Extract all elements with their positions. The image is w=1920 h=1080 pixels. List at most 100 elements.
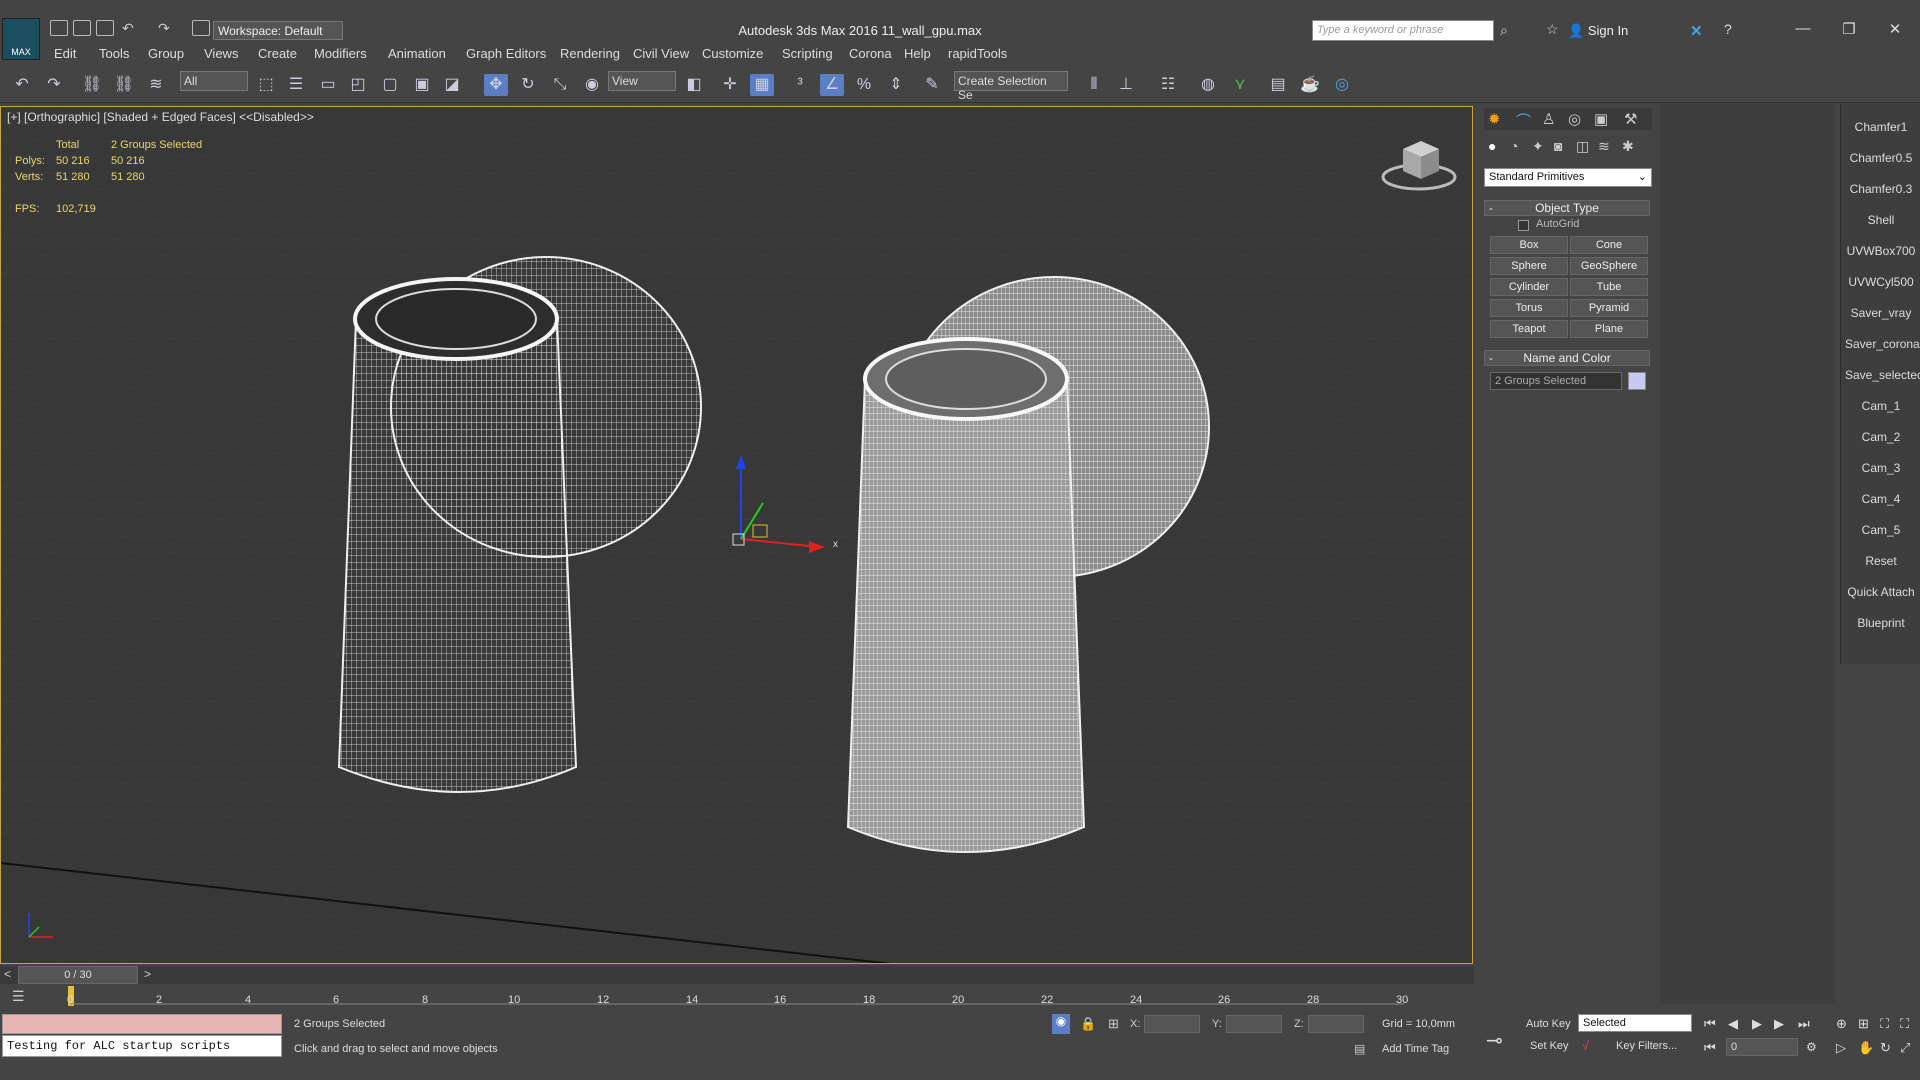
orbit-icon[interactable]: ↻ [1880,1040,1891,1056]
script-button-blueprint[interactable]: Blueprint [1845,610,1917,636]
script-button-chamfer0-5[interactable]: Chamfer0.5 [1845,145,1917,171]
save-file-icon[interactable] [96,20,114,36]
maxscript-output[interactable]: Testing for ALC startup scripts [2,1035,282,1057]
set-key-icon[interactable]: ⊸ [1486,1028,1503,1053]
snaps-toggle-icon[interactable]: ³ [788,74,812,96]
menu-views[interactable]: Views [204,46,238,61]
isolate-selection-icon[interactable]: ◉ [1052,1014,1070,1034]
systems-icon[interactable]: ✱ [1622,138,1634,155]
reference-coordinate-dropdown[interactable]: View [608,71,676,91]
help-icon[interactable]: ? [1724,21,1732,37]
script-button-saver-vray[interactable]: Saver_vray [1845,300,1917,326]
bind-spacewarp-icon[interactable]: ≋ [144,74,168,96]
menu-edit[interactable]: Edit [54,46,76,61]
motion-tab-icon[interactable]: ◎ [1568,110,1581,128]
go-to-start-icon[interactable]: ⏮ [1704,1016,1716,1032]
edit-named-selection-icon[interactable]: ✎ [920,74,944,96]
object-type-rollout-header[interactable]: - Object Type [1484,200,1650,216]
select-and-manipulate-icon[interactable]: ◪ [440,74,464,96]
script-button-quick-attach[interactable]: Quick Attach [1845,579,1917,605]
window-crossing-icon[interactable]: ◰ [346,74,370,96]
zoom-all-icon[interactable]: ⊞ [1858,1016,1869,1032]
select-object-icon[interactable]: ⬚ [254,74,278,96]
object-color-swatch[interactable] [1628,372,1646,390]
geometry-icon[interactable]: ● [1488,138,1496,154]
menu-help[interactable]: Help [904,46,931,61]
menu-modifiers[interactable]: Modifiers [314,46,367,61]
script-button-chamfer1[interactable]: Chamfer1 [1845,114,1917,140]
time-slider-thumb[interactable]: 0 / 30 [18,966,138,984]
redo-icon[interactable]: ↷ [42,74,66,96]
name-color-rollout-header[interactable]: - Name and Color [1484,350,1650,366]
undo-icon[interactable]: ↶ [122,20,134,37]
modify-tab-icon[interactable]: ⌒ [1516,110,1531,131]
menu-create[interactable]: Create [258,46,297,61]
torus-button[interactable]: Torus [1490,299,1568,317]
render-setup-icon[interactable]: ⋎ [1228,74,1252,96]
plane-button[interactable]: Plane [1570,320,1648,338]
viewport-label[interactable]: [+] [Orthographic] [Shaded + Edged Faces… [7,110,314,124]
script-button-uvwcyl500[interactable]: UVWCyl500 [1845,269,1917,295]
script-button-save-selected[interactable]: Save_selectec [1845,362,1920,388]
undo-icon[interactable]: ↶ [10,74,34,96]
sphere-button[interactable]: Sphere [1490,257,1568,275]
x-coord-field[interactable] [1144,1015,1200,1033]
zoom-extents-icon[interactable]: ⛶ [1880,1016,1889,1032]
maxscript-listener-input[interactable] [2,1014,282,1034]
helpers-icon[interactable]: ◫ [1576,138,1589,155]
layer-explorer-icon[interactable]: ☷ [1156,74,1180,96]
time-configuration-icon[interactable]: ⚙ [1806,1040,1817,1054]
script-button-cam-5[interactable]: Cam_5 [1845,517,1917,543]
menu-tools[interactable]: Tools [99,46,129,61]
go-to-end-icon[interactable]: ⏭ [1798,1016,1810,1032]
script-button-chamfer0-3[interactable]: Chamfer0.3 [1845,176,1917,202]
primitive-category-dropdown[interactable]: Standard Primitives ⌄ [1484,168,1652,187]
y-coord-field[interactable] [1226,1015,1282,1033]
hierarchy-tab-icon[interactable]: ♙ [1542,110,1555,128]
utilities-tab-icon[interactable]: ⚒ [1624,110,1637,128]
minimize-icon[interactable]: — [1780,20,1826,42]
exchange-icon[interactable]: ✕ [1690,22,1703,40]
app-logo-icon[interactable]: MAX [2,18,40,60]
script-button-shell[interactable]: Shell [1845,207,1917,233]
display-tab-icon[interactable]: ▣ [1594,110,1608,128]
rectangular-selection-icon[interactable]: ▭ [316,74,340,96]
sign-in-button[interactable]: 👤 Sign In [1568,23,1628,39]
spinner-snap-icon[interactable]: ⇕ [884,74,908,96]
teapot-button[interactable]: Teapot [1490,320,1568,338]
menu-customize[interactable]: Customize [702,46,763,61]
new-file-icon[interactable] [50,20,68,36]
search-input[interactable]: Type a keyword or phrase [1312,20,1494,41]
workspace-dropdown[interactable]: Workspace: Default [213,21,343,40]
key-mode-toggle-icon[interactable]: ⏮ [1704,1040,1716,1056]
unlink-icon[interactable]: ⛓ [112,74,136,96]
cameras-icon[interactable]: ◙ [1554,138,1562,154]
link-icon[interactable]: ⛓ [80,74,104,96]
viewport-orthographic[interactable]: [+] [Orthographic] [Shaded + Edged Faces… [0,106,1473,964]
cylinder-button[interactable]: Cylinder [1490,278,1568,296]
create-tab-icon[interactable]: ✹ [1488,110,1501,128]
maximize-viewport-icon[interactable]: ⤢ [1900,1040,1910,1056]
paint-selection-icon[interactable]: ▣ [410,74,434,96]
menu-civil-view[interactable]: Civil View [633,46,689,61]
time-next-button[interactable]: > [144,967,151,981]
auto-key-button[interactable]: Auto Key [1526,1018,1571,1030]
selection-region-icon[interactable]: ▢ [378,74,402,96]
previous-frame-icon[interactable]: ◀ [1728,1016,1738,1032]
selection-lock-icon[interactable]: 🔒 [1080,1016,1096,1032]
binoculars-icon[interactable]: ⌕ [1500,22,1508,39]
menu-scripting[interactable]: Scripting [782,46,833,61]
script-button-cam-3[interactable]: Cam_3 [1845,455,1917,481]
script-button-cam-1[interactable]: Cam_1 [1845,393,1917,419]
close-icon[interactable]: ✕ [1872,20,1918,42]
menu-animation[interactable]: Animation [388,46,446,61]
align-icon[interactable]: ⊥ [1114,74,1138,96]
script-button-reset[interactable]: Reset [1845,548,1917,574]
next-frame-icon[interactable]: ▶ [1774,1016,1784,1032]
restore-icon[interactable]: ❐ [1826,20,1872,42]
select-and-move-icon[interactable]: ✥ [484,74,508,96]
key-filters-button[interactable]: Key Filters... [1616,1040,1677,1052]
play-icon[interactable]: ▶ [1752,1016,1762,1032]
object-name-field[interactable]: 2 Groups Selected [1490,372,1622,390]
pivot-center-icon[interactable]: ◧ [682,74,706,96]
